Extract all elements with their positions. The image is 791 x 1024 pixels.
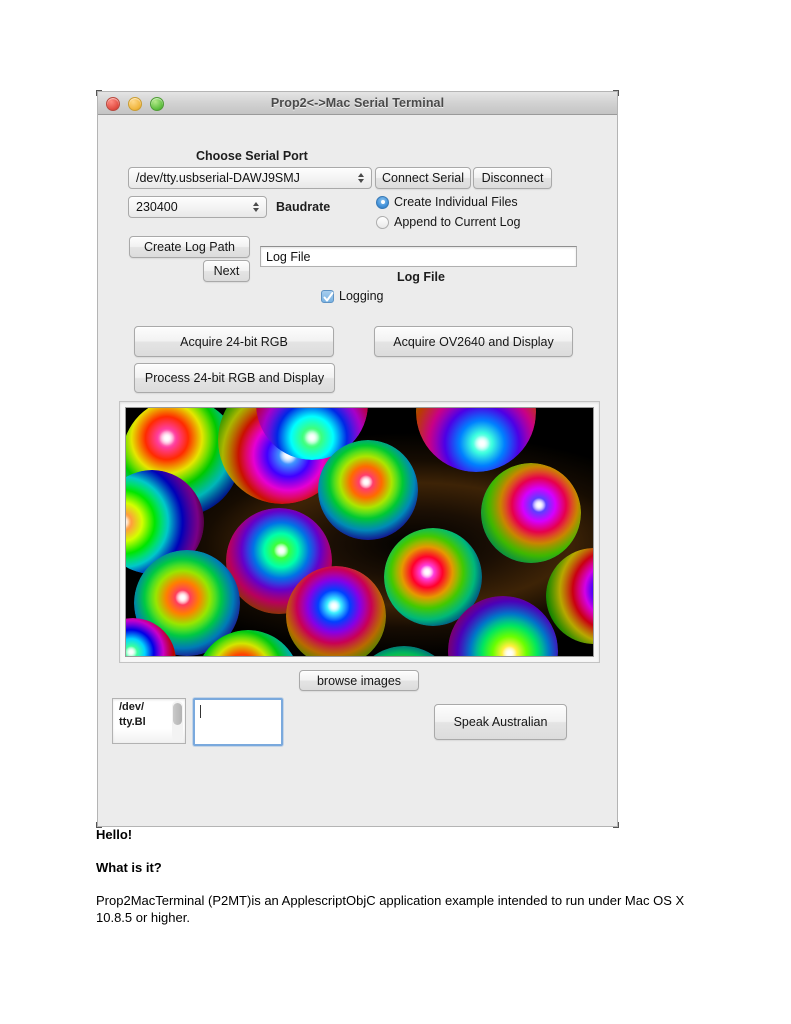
process-24bit-rgb-and-display-button[interactable]: Process 24-bit RGB and Display (134, 363, 335, 393)
document-body: Hello! What is it? Prop2MacTerminal (P2M… (96, 826, 696, 926)
image-preview-frame (119, 401, 600, 663)
sphere-specular-highlight (304, 429, 320, 446)
window-traffic-lights (106, 97, 164, 111)
preview-sphere (481, 463, 581, 563)
close-button[interactable] (106, 97, 120, 111)
radio-create-individual-files[interactable]: Create Individual Files (376, 195, 518, 209)
sphere-specular-highlight (327, 599, 341, 613)
preview-sphere (318, 440, 418, 540)
device-list-scrollbar[interactable] (172, 701, 183, 741)
document-heading: What is it? (96, 860, 162, 875)
radio-create-individual-files-label: Create Individual Files (394, 195, 518, 209)
image-preview-canvas[interactable] (125, 407, 594, 657)
radio-unselected-icon (376, 215, 389, 229)
logging-label: Logging (339, 289, 384, 303)
app-window: Prop2<->Mac Serial Terminal Choose Seria… (97, 91, 618, 827)
scrollbar-thumb[interactable] (173, 703, 182, 725)
baudrate-value: 230400 (136, 200, 178, 214)
sphere-specular-highlight (473, 434, 491, 452)
disconnect-button[interactable]: Disconnect (473, 167, 552, 189)
sphere-specular-highlight (532, 498, 546, 512)
window-content: Choose Serial Port /dev/tty.usbserial-DA… (98, 115, 617, 828)
log-file-value: Log File (266, 249, 311, 264)
log-file-caption: Log File (397, 270, 445, 284)
chevron-updown-icon (253, 202, 259, 212)
minimize-button[interactable] (128, 97, 142, 111)
zoom-button[interactable] (150, 97, 164, 111)
preview-sphere (416, 408, 536, 472)
sphere-specular-highlight (359, 475, 373, 489)
next-button[interactable]: Next (203, 260, 250, 282)
checkbox-checked-icon (321, 289, 334, 303)
speak-australian-button[interactable]: Speak Australian (434, 704, 567, 740)
document-paragraph: Prop2MacTerminal (P2MT)is an Applescript… (96, 893, 685, 925)
serial-port-select[interactable]: /dev/tty.usbserial-DAWJ9SMJ (128, 167, 372, 189)
radio-selected-icon (376, 195, 389, 209)
chevron-updown-icon (358, 173, 364, 183)
command-input[interactable] (193, 698, 283, 746)
radio-append-to-current-log-label: Append to Current Log (394, 215, 521, 229)
preview-sphere (286, 566, 386, 656)
serial-port-label: Choose Serial Port (196, 149, 308, 163)
baudrate-label: Baudrate (276, 200, 331, 214)
device-list[interactable]: /dev/ tty.Bl (112, 698, 186, 744)
sphere-shading (318, 440, 418, 540)
window-title: Prop2<->Mac Serial Terminal (270, 96, 445, 110)
sphere-specular-highlight (273, 542, 289, 558)
radio-append-to-current-log[interactable]: Append to Current Log (376, 215, 520, 229)
log-file-input[interactable]: Log File (260, 246, 577, 267)
create-log-path-button[interactable]: Create Log Path (129, 236, 250, 258)
window-titlebar[interactable]: Prop2<->Mac Serial Terminal (98, 92, 617, 115)
acquire-24bit-rgb-button[interactable]: Acquire 24-bit RGB (134, 326, 334, 357)
baudrate-select[interactable]: 230400 (128, 196, 267, 218)
sphere-shading (481, 463, 581, 563)
document-greeting: Hello! (96, 827, 133, 842)
sphere-specular-highlight (420, 565, 434, 579)
sphere-specular-highlight (126, 646, 138, 656)
connect-serial-button[interactable]: Connect Serial (375, 167, 471, 189)
acquire-ov2640-and-display-button[interactable]: Acquire OV2640 and Display (374, 326, 573, 357)
logging-checkbox[interactable]: Logging (321, 289, 384, 303)
serial-port-value: /dev/tty.usbserial-DAWJ9SMJ (136, 171, 300, 185)
text-caret (200, 705, 201, 718)
browse-images-button[interactable]: browse images (299, 670, 419, 691)
